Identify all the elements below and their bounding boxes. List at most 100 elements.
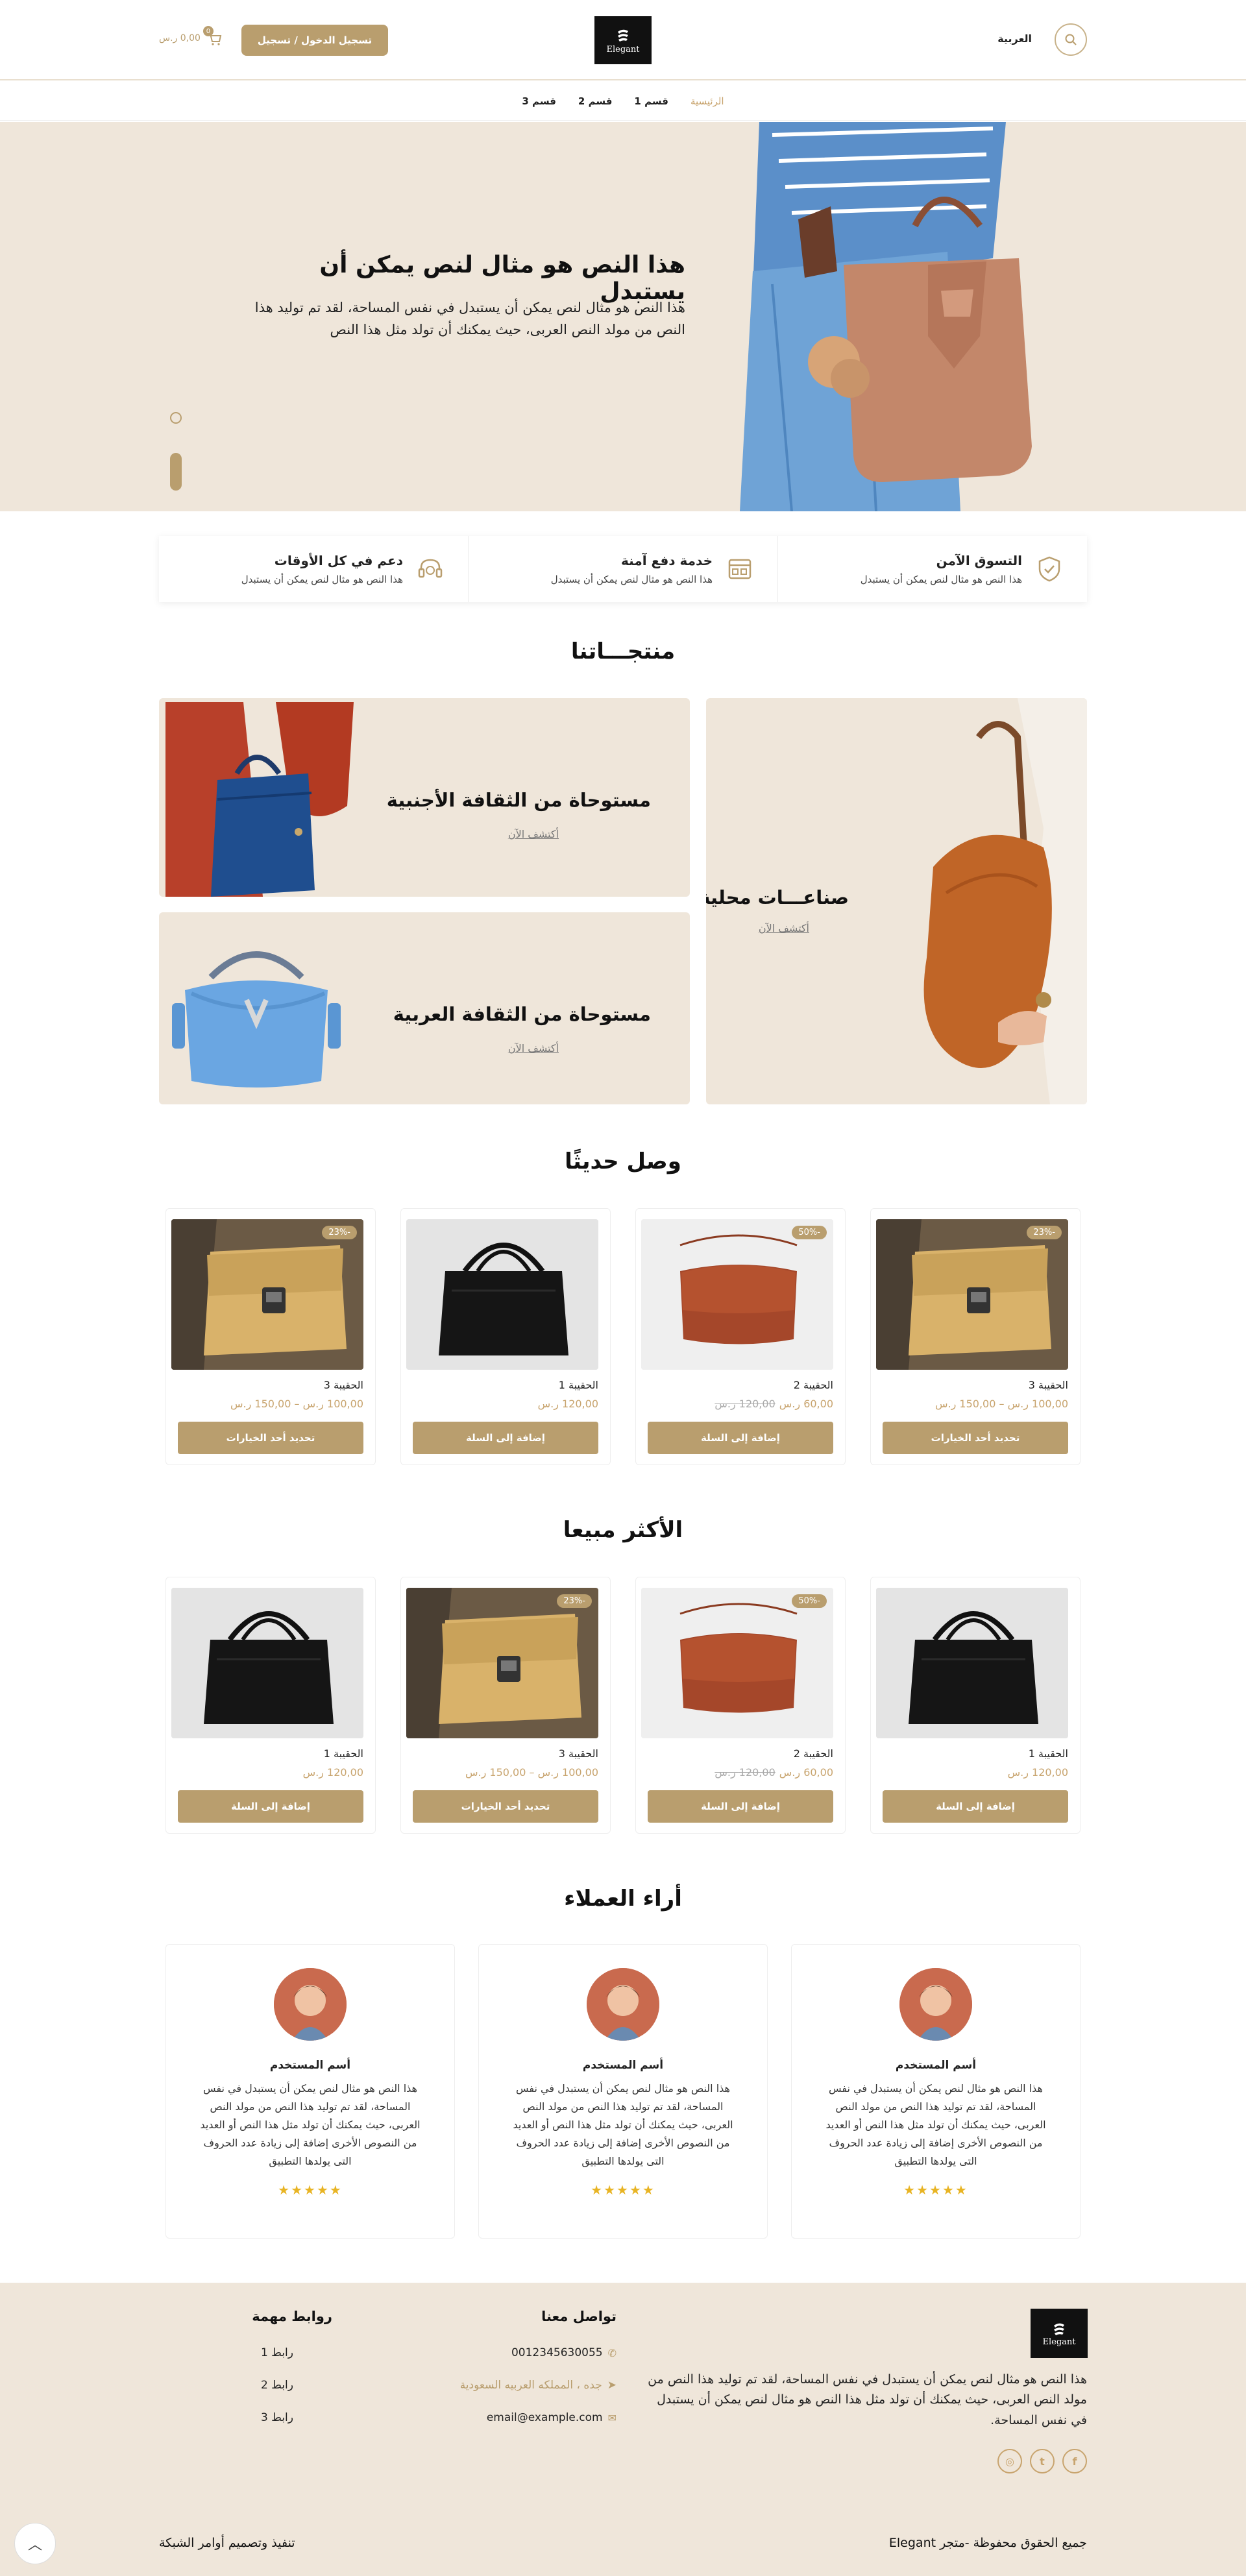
product-card[interactable]: -23% الحقيبة 3 100,00 ر.س – 150,00 ر.س تحدي… <box>400 1577 611 1834</box>
avatar <box>274 1968 347 2041</box>
best-sellers-list: الحقيبة 1 120,00 ر.س إضافة إلى السلة -50% ال… <box>165 1577 1081 1834</box>
product-action-button[interactable]: تحديد أحد الخيارات <box>413 1790 598 1823</box>
footer-address: ➤ جده ، المملكه العربيه السعودية <box>460 2379 617 2392</box>
product-name[interactable]: الحقيبة 1 <box>413 1379 598 1391</box>
footer-logo[interactable]: Elegant <box>1031 2309 1088 2358</box>
product-image[interactable]: -23% <box>171 1219 363 1370</box>
product-action-button[interactable]: إضافة إلى السلة <box>648 1790 833 1823</box>
category-link[interactable]: أكتشف الآن <box>759 922 809 934</box>
product-card[interactable]: -50% الحقيبة 2 60,00 ر.س120,00 ر.س إضافة إل… <box>635 1208 846 1465</box>
footer-link[interactable]: رابط 2 <box>252 2379 332 2392</box>
scroll-to-top-button[interactable]: ︿ <box>14 2523 56 2564</box>
product-old-price: 120,00 ر.س <box>715 1766 776 1779</box>
logo-text: Elegant <box>606 44 640 55</box>
new-arrivals-list: -23% الحقيبة 3 100,00 ر.س – 150,00 ر.س تحدي… <box>165 1208 1081 1465</box>
copyright: جميع الحقوق محفوظة -متجر Elegant <box>888 2536 1087 2550</box>
testimonial-text: هذا النص هو مثال لنص يمكن أن يستبدل في ن… <box>200 2082 421 2167</box>
feature-secure-payment: خدمة دفع آمنة هذا النص هو مثال لنص يمكن … <box>468 536 777 602</box>
product-card[interactable]: الحقيبة 1 120,00 ر.س إضافة إلى السلة <box>400 1208 611 1465</box>
testimonial-name: أسم المستخدم <box>269 2059 351 2072</box>
footer-about: هذا النص هو مثال لنص يمكن أن يستبدل في ن… <box>648 2372 1087 2427</box>
phone-icon: ✆ <box>607 2346 617 2359</box>
category-image <box>888 698 1087 1104</box>
product-card[interactable]: -23% الحقيبة 3 100,00 ر.س – 150,00 ر.س تحدي… <box>165 1208 376 1465</box>
site-logo[interactable]: Elegant <box>594 16 652 64</box>
cart-total: 0,00 ر.س <box>159 33 201 43</box>
product-card[interactable]: الحقيبة 1 120,00 ر.س إضافة إلى السلة <box>870 1577 1081 1834</box>
testimonial-name: أسم المستخدم <box>895 2059 977 2072</box>
logo-mark-icon <box>1054 2323 1064 2335</box>
twitter-icon[interactable]: t <box>1030 2449 1055 2473</box>
product-current-price: 100,00 ر.س – 150,00 ر.س <box>230 1398 363 1410</box>
cart-icon: 0 <box>202 26 223 47</box>
search-button[interactable] <box>1055 23 1087 56</box>
product-old-price: 120,00 ر.س <box>715 1398 776 1410</box>
product-card[interactable]: -23% الحقيبة 3 100,00 ر.س – 150,00 ر.س تحدي… <box>870 1208 1081 1465</box>
category-card-foreign[interactable]: مستوحاة من الثقافة الأجنبية أكتشف الآن <box>159 698 690 897</box>
product-card[interactable]: الحقيبة 1 120,00 ر.س إضافة إلى السلة <box>165 1577 376 1834</box>
product-action-button[interactable]: إضافة إلى السلة <box>178 1790 363 1823</box>
language-switcher[interactable]: العربية <box>997 32 1032 45</box>
product-image[interactable]: -23% <box>406 1588 598 1738</box>
product-image[interactable]: -50% <box>641 1219 833 1370</box>
product-name[interactable]: الحقيبة 2 <box>648 1379 833 1391</box>
footer-link[interactable]: رابط 3 <box>252 2411 332 2424</box>
product-name[interactable]: الحقيبة 3 <box>883 1379 1068 1391</box>
site-footer: Elegant هذا النص هو مثال لنص يمكن أن يست… <box>0 2283 1246 2576</box>
instagram-icon[interactable]: ◎ <box>997 2449 1022 2473</box>
category-card-local[interactable]: صناعـــات محلية أكتشف الآن <box>706 698 1087 1104</box>
category-card-arabic[interactable]: مستوحاة من الثقافة العربية أكتشف الآن <box>159 912 690 1104</box>
product-image[interactable]: -23% <box>876 1219 1068 1370</box>
nav-item-home[interactable]: الرئيسية <box>690 95 724 107</box>
nav-item-section-2[interactable]: قسم 2 <box>578 95 613 107</box>
testimonials-title: أراء العملاء <box>564 1886 682 1912</box>
product-image[interactable] <box>876 1588 1068 1738</box>
products-section-title: منتجـــاتنا <box>570 638 676 664</box>
chevron-up-icon: ︿ <box>28 2537 43 2553</box>
discount-badge: -23% <box>1027 1226 1062 1239</box>
footer-phone[interactable]: ✆ 0012345630055 <box>460 2346 617 2359</box>
footer-phone-value: 0012345630055 <box>511 2346 603 2359</box>
product-price: 60,00 ر.س120,00 ر.س <box>648 1766 833 1779</box>
testimonial-name: أسم المستخدم <box>582 2059 664 2072</box>
product-price: 60,00 ر.س120,00 ر.س <box>648 1398 833 1410</box>
developer-credit[interactable]: تنفيذ وتصميم أوامر الشبكة <box>159 2536 295 2550</box>
product-action-button[interactable]: إضافة إلى السلة <box>413 1422 598 1454</box>
nav-item-section-3[interactable]: قسم 3 <box>522 95 556 107</box>
location-arrow-icon: ➤ <box>607 2379 617 2392</box>
product-action-button[interactable]: إضافة إلى السلة <box>648 1422 833 1454</box>
product-image[interactable]: -50% <box>641 1588 833 1738</box>
facebook-icon[interactable]: f <box>1062 2449 1087 2473</box>
product-action-button[interactable]: تحديد أحد الخيارات <box>883 1422 1068 1454</box>
product-action-button[interactable]: تحديد أحد الخيارات <box>178 1422 363 1454</box>
product-name[interactable]: الحقيبة 3 <box>178 1379 363 1391</box>
product-price: 120,00 ر.س <box>883 1766 1068 1779</box>
product-card[interactable]: -50% الحقيبة 2 60,00 ر.س120,00 ر.س إضافة إل… <box>635 1577 846 1834</box>
product-price: 100,00 ر.س – 150,00 ر.س <box>178 1398 363 1410</box>
category-title: مستوحاة من الثقافة الأجنبية <box>386 789 651 811</box>
product-name[interactable]: الحقيبة 1 <box>178 1747 363 1760</box>
category-link[interactable]: أكتشف الآن <box>508 1042 559 1054</box>
discount-badge: -23% <box>557 1594 592 1608</box>
category-link[interactable]: أكتشف الآن <box>508 828 559 840</box>
product-name[interactable]: الحقيبة 1 <box>883 1747 1068 1760</box>
cart-link[interactable]: 0 0,00 ر.س <box>159 26 223 47</box>
testimonial-card: أسم المستخدم هذا النص هو مثال لنص يمكن أ… <box>791 1944 1081 2239</box>
hero-text: هذا النص هو مثال لنص يمكن أن يستبدل في ن… <box>254 300 685 337</box>
product-action-button[interactable]: إضافة إلى السلة <box>883 1790 1068 1823</box>
nav-item-section-1[interactable]: قسم 1 <box>634 95 668 107</box>
features-bar: التسوق الآمن هذا النص هو مثال لنص يمكن أ… <box>159 536 1087 602</box>
footer-email[interactable]: ✉ email@example.com <box>460 2411 617 2424</box>
avatar <box>587 1968 659 2041</box>
product-name[interactable]: الحقيبة 3 <box>413 1747 598 1760</box>
product-image[interactable] <box>406 1219 598 1370</box>
slider-dot-inactive[interactable] <box>170 412 182 424</box>
feature-title: دعم في كل الأوقات <box>274 553 403 568</box>
footer-contact: تواصل معنا ✆ 0012345630055 ➤ جده ، المملكه… <box>460 2309 617 2444</box>
product-name[interactable]: الحقيبة 2 <box>648 1747 833 1760</box>
site-header: العربية Elegant تسجيل الدخول / تسجيل 0 0… <box>0 0 1246 80</box>
footer-link[interactable]: رابط 1 <box>252 2346 332 2359</box>
product-image[interactable] <box>171 1588 363 1738</box>
slider-dot-active[interactable] <box>170 453 182 491</box>
login-button[interactable]: تسجيل الدخول / تسجيل <box>241 25 388 56</box>
